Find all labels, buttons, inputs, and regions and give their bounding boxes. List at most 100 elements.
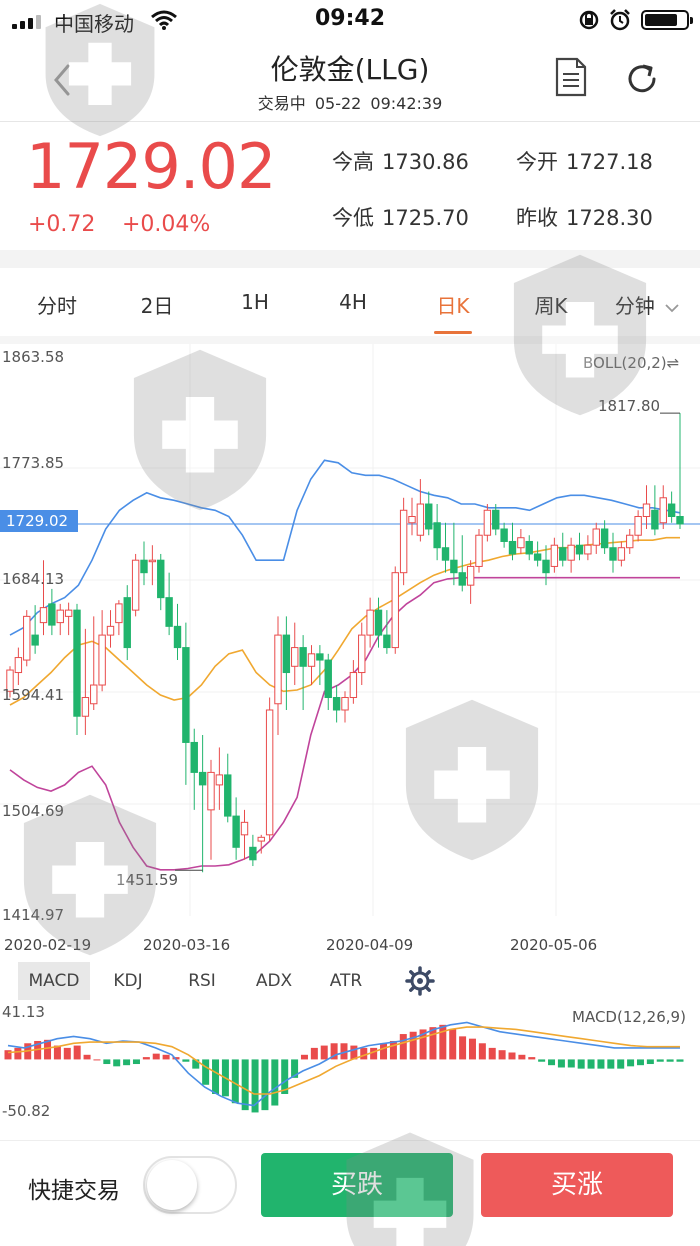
nav-bar: 伦敦金(LLG) 交易中 05-22 09:42:39 bbox=[0, 40, 700, 120]
tab-intraday[interactable]: 分时 bbox=[24, 290, 90, 319]
buy-down-button[interactable]: 买跌 bbox=[261, 1153, 453, 1217]
quote-panel: 1729.02 +0.72 +0.04% 今高 1730.86 今开 1727.18… bbox=[0, 122, 700, 250]
candle-body bbox=[240, 821, 249, 836]
candle-body bbox=[341, 697, 349, 711]
macd-bar bbox=[646, 1059, 654, 1065]
y-tick-label: 1863.58 bbox=[2, 348, 65, 366]
macd-bar bbox=[488, 1047, 496, 1060]
tab-adx[interactable]: ADX bbox=[244, 962, 304, 1000]
candle-body bbox=[173, 625, 182, 649]
indicator-tabs: MACD KDJ RSI ADX ATR bbox=[0, 962, 700, 1000]
macd-bar bbox=[93, 1059, 101, 1061]
candle-body bbox=[617, 547, 626, 561]
candle-body bbox=[659, 497, 667, 524]
candle-body bbox=[533, 553, 542, 561]
tab-minutes[interactable]: 分钟 bbox=[612, 290, 682, 319]
macd-max-label: 41.13 bbox=[2, 1003, 45, 1021]
boll-indicator-label[interactable]: BOLL(20,2)⇌ bbox=[583, 354, 679, 372]
stat-low-value: 1725.70 bbox=[382, 206, 469, 230]
tab-atr[interactable]: ATR bbox=[316, 962, 376, 1000]
candle-body bbox=[307, 653, 316, 667]
candle-body bbox=[391, 572, 399, 649]
candle-body bbox=[399, 509, 408, 574]
macd-min-label: -50.82 bbox=[2, 1102, 51, 1120]
candle-body bbox=[98, 634, 106, 686]
candle-body bbox=[73, 609, 81, 717]
candle-body bbox=[224, 774, 232, 817]
tab-4h[interactable]: 4H bbox=[320, 290, 386, 314]
x-tick-label: 2020-02-19 bbox=[4, 936, 92, 954]
candle-body bbox=[316, 653, 324, 661]
candle-body bbox=[651, 509, 659, 530]
candle-body bbox=[575, 544, 584, 555]
stat-open: 今开 1727.18 bbox=[516, 146, 653, 176]
y-tick-label: 1594.41 bbox=[2, 686, 65, 704]
refresh-icon[interactable] bbox=[623, 60, 661, 98]
active-tab-indicator bbox=[434, 331, 472, 334]
candlestick-chart[interactable]: 1863.58 1773.85 1684.13 1594.41 1504.69 … bbox=[0, 344, 700, 960]
candle-body bbox=[634, 516, 642, 536]
document-icon[interactable] bbox=[554, 56, 588, 98]
section-gap bbox=[0, 250, 700, 268]
y-tick-label: 1504.69 bbox=[2, 802, 65, 820]
macd-bar bbox=[300, 1054, 308, 1060]
tab-kdj[interactable]: KDJ bbox=[98, 962, 158, 1000]
candle-body bbox=[559, 547, 567, 561]
quick-trade-label: 快捷交易 bbox=[28, 1178, 120, 1204]
macd-bar bbox=[261, 1059, 269, 1111]
swap-icon: ⇌ bbox=[666, 354, 680, 372]
macd-bar bbox=[627, 1059, 635, 1067]
candle-body bbox=[265, 709, 274, 836]
candle-body bbox=[299, 647, 307, 667]
macd-params-label: MACD(12,26,9) bbox=[572, 1008, 686, 1026]
macd-bar bbox=[162, 1054, 170, 1060]
quick-trade-toggle[interactable] bbox=[143, 1156, 237, 1214]
macd-chart[interactable]: 41.13 -50.82 MACD(12,26,9) bbox=[0, 1000, 700, 1130]
settings-gear-icon[interactable] bbox=[405, 966, 435, 996]
y-tick-label: 1684.13 bbox=[2, 570, 65, 588]
tab-1h[interactable]: 1H bbox=[222, 290, 288, 314]
candle-body bbox=[48, 603, 56, 626]
rotation-lock-icon bbox=[579, 10, 599, 30]
macd-bar bbox=[597, 1059, 605, 1069]
candle-body bbox=[291, 647, 299, 667]
macd-bar bbox=[439, 1024, 447, 1060]
candle-body bbox=[567, 544, 575, 561]
candle-body bbox=[157, 559, 165, 599]
period-tabs: 分时 2日 1H 4H 日K 周K 分钟 bbox=[0, 268, 700, 336]
macd-bar bbox=[656, 1059, 664, 1062]
candle-body bbox=[475, 534, 483, 567]
macd-bar bbox=[449, 1029, 457, 1060]
candle-body bbox=[332, 697, 341, 711]
tab-2day[interactable]: 2日 bbox=[124, 290, 190, 319]
y-tick-label: 1773.85 bbox=[2, 454, 65, 472]
macd-bar bbox=[557, 1059, 565, 1068]
macd-bar bbox=[518, 1054, 526, 1060]
macd-bar bbox=[123, 1059, 131, 1066]
candle-body bbox=[14, 657, 23, 674]
macd-bar bbox=[409, 1031, 417, 1060]
tab-weekly-k[interactable]: 周K bbox=[518, 290, 584, 319]
x-tick-label: 2020-04-09 bbox=[326, 936, 414, 954]
macd-bar bbox=[152, 1053, 160, 1060]
tab-daily-k[interactable]: 日K bbox=[420, 290, 486, 319]
candle-body bbox=[408, 516, 416, 524]
section-gap bbox=[0, 336, 700, 344]
macd-bar bbox=[113, 1059, 121, 1067]
macd-bar bbox=[666, 1059, 674, 1062]
candle-body bbox=[106, 625, 115, 636]
candle-body bbox=[525, 540, 533, 555]
macd-bar bbox=[399, 1034, 407, 1060]
candle-body bbox=[148, 559, 157, 563]
candle-body bbox=[123, 597, 131, 649]
candle-body bbox=[90, 684, 98, 705]
toggle-knob bbox=[147, 1160, 197, 1210]
buy-up-button[interactable]: 买涨 bbox=[481, 1153, 673, 1217]
candle-body bbox=[483, 509, 492, 536]
macd-bar bbox=[389, 1040, 397, 1060]
candle-body bbox=[517, 537, 525, 549]
tab-macd[interactable]: MACD bbox=[18, 962, 90, 1000]
stat-low-label: 今低 bbox=[332, 206, 374, 230]
tab-rsi[interactable]: RSI bbox=[172, 962, 232, 1000]
price-change: +0.72 bbox=[28, 212, 96, 237]
